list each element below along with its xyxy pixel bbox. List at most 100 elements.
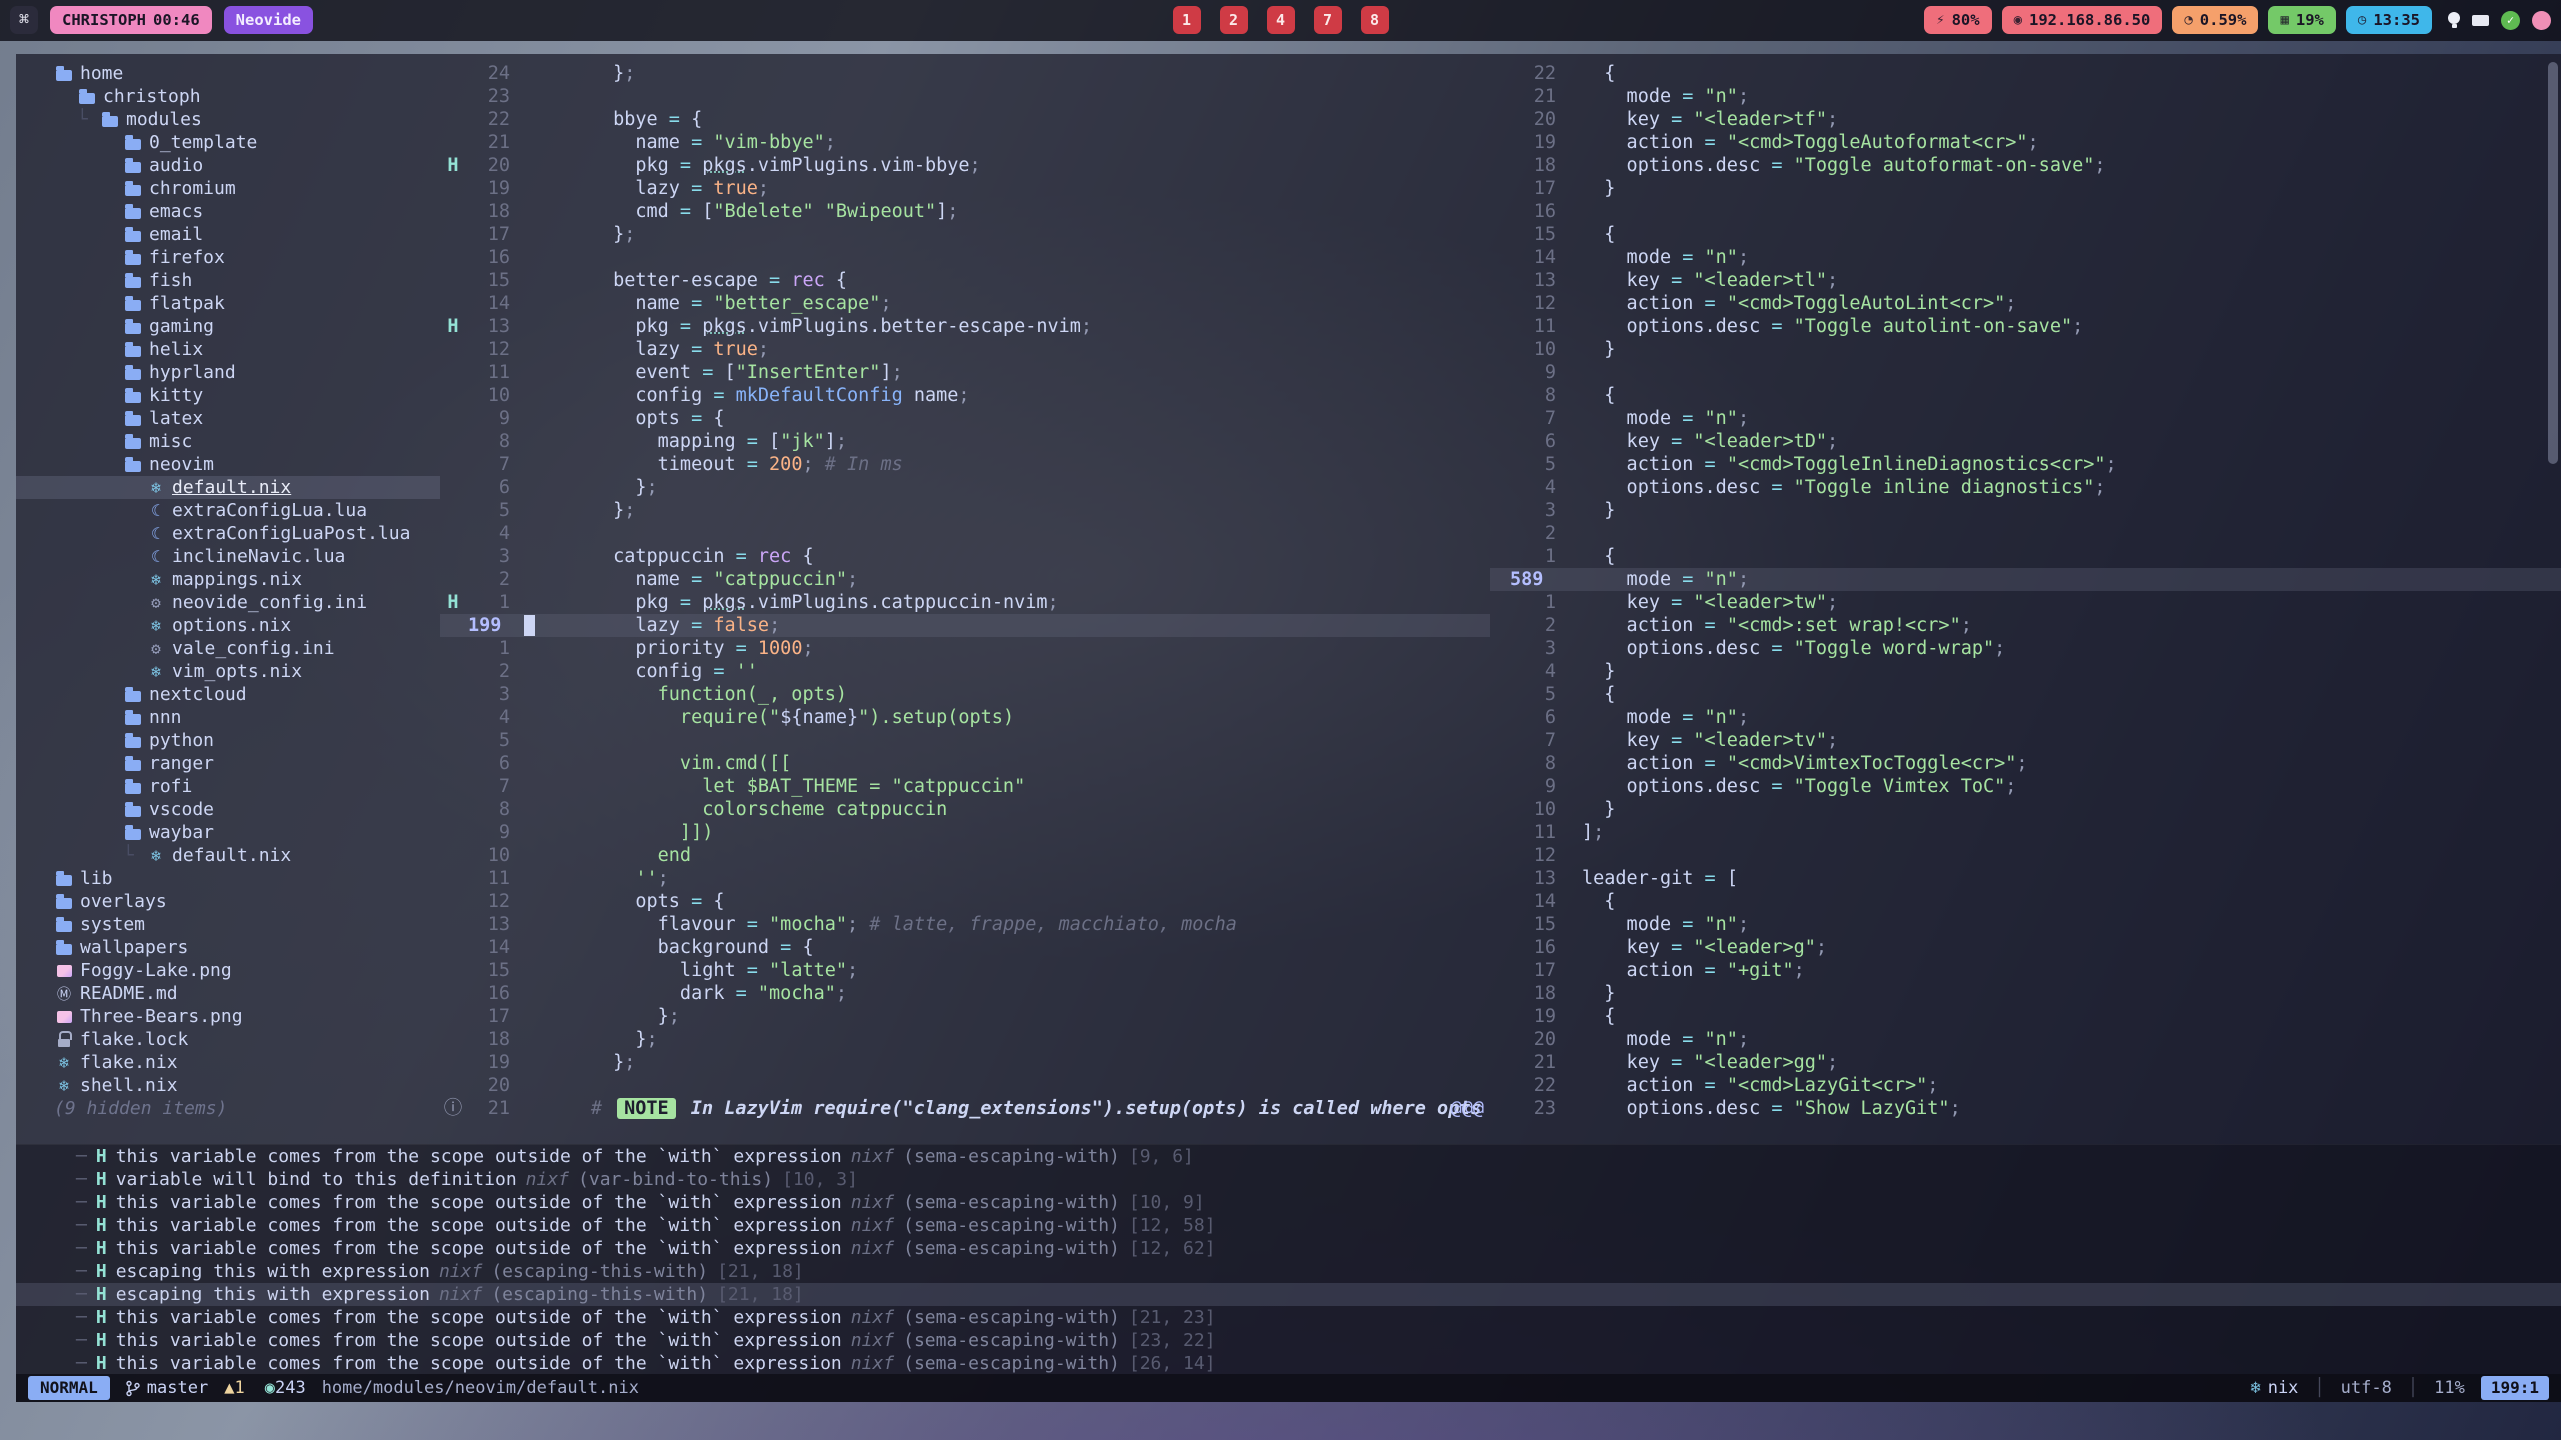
tree-folder-ranger[interactable]: ranger — [16, 752, 440, 775]
tree-folder-lib[interactable]: lib — [16, 867, 440, 890]
keyboard-tray-icon[interactable] — [2472, 15, 2489, 26]
code-line[interactable]: 8 { — [1490, 384, 2561, 407]
tree-folder-email[interactable]: email — [16, 223, 440, 246]
code-line[interactable]: 15 { — [1490, 223, 2561, 246]
code-line[interactable]: 17 action = "+git"; — [1490, 959, 2561, 982]
workspace-7[interactable]: 7 — [1314, 6, 1342, 34]
code-line[interactable]: 21 key = "<leader>gg"; — [1490, 1051, 2561, 1074]
code-line[interactable]: 5 — [440, 729, 1490, 752]
tree-folder-0_template[interactable]: 0_template — [16, 131, 440, 154]
code-line[interactable]: 21 name = "vim-bbye"; — [440, 131, 1490, 154]
memory-pill[interactable]: ▦19% — [2268, 6, 2335, 34]
session-badge[interactable]: CHRISTOPH 00:46 — [50, 6, 212, 34]
tree-folder-vscode[interactable]: vscode — [16, 798, 440, 821]
code-line[interactable]: 3 options.desc = "Toggle word-wrap"; — [1490, 637, 2561, 660]
code-line[interactable]: 4 — [440, 522, 1490, 545]
tree-item[interactable]: ☾extraConfigLua.lua — [16, 499, 440, 522]
code-line[interactable]: 7 timeout = 200; # In ms — [440, 453, 1490, 476]
code-line[interactable]: 589 mode = "n"; — [1490, 568, 2561, 591]
tree-folder-misc[interactable]: misc — [16, 430, 440, 453]
code-line[interactable]: 6 key = "<leader>tD"; — [1490, 430, 2561, 453]
code-line[interactable]: 22 action = "<cmd>LazyGit<cr>"; — [1490, 1074, 2561, 1097]
code-line[interactable]: 18 } — [1490, 982, 2561, 1005]
notification-tray-icon[interactable] — [2532, 11, 2551, 30]
tree-folder-hyprland[interactable]: hyprland — [16, 361, 440, 384]
code-line[interactable]: 5 action = "<cmd>ToggleInlineDiagnostics… — [1490, 453, 2561, 476]
tree-item[interactable]: └❄default.nix — [16, 844, 440, 867]
code-line[interactable]: 15 better-escape = rec { — [440, 269, 1490, 292]
workspace-1[interactable]: 1 — [1173, 6, 1201, 34]
code-line[interactable]: 8 colorscheme catppuccin — [440, 798, 1490, 821]
tree-folder-nextcloud[interactable]: nextcloud — [16, 683, 440, 706]
tree-folder-chromium[interactable]: chromium — [16, 177, 440, 200]
tree-folder-fish[interactable]: fish — [16, 269, 440, 292]
diagnostic-row[interactable]: ─Hthis variable comes from the scope out… — [16, 1237, 2561, 1260]
code-line[interactable]: 11]; — [1490, 821, 2561, 844]
code-line[interactable]: 6 mode = "n"; — [1490, 706, 2561, 729]
tree-folder-kitty[interactable]: kitty — [16, 384, 440, 407]
tree-item[interactable]: Three-Bears.png — [16, 1005, 440, 1028]
code-line[interactable]: 7 mode = "n"; — [1490, 407, 2561, 430]
code-line[interactable]: 1 { — [1490, 545, 2561, 568]
code-line[interactable]: 2 config = '' — [440, 660, 1490, 683]
diagnostic-row[interactable]: ─Hthis variable comes from the scope out… — [16, 1306, 2561, 1329]
code-line[interactable]: 3 } — [1490, 499, 2561, 522]
code-line[interactable]: 9 options.desc = "Toggle Vimtex ToC"; — [1490, 775, 2561, 798]
code-line[interactable]: 2 action = "<cmd>:set wrap!<cr>"; — [1490, 614, 2561, 637]
diagnostic-row[interactable]: ─Hvariable will bind to this definitionn… — [16, 1168, 2561, 1191]
diagnostic-row[interactable]: ─Hthis variable comes from the scope out… — [16, 1329, 2561, 1352]
code-line[interactable]: 19 action = "<cmd>ToggleAutoformat<cr>"; — [1490, 131, 2561, 154]
git-branch[interactable]: master — [126, 1378, 208, 1398]
code-line[interactable]: 10 config = mkDefaultConfig name; — [440, 384, 1490, 407]
tree-item[interactable]: (9 hidden items) — [16, 1097, 440, 1120]
tree-folder-latex[interactable]: latex — [16, 407, 440, 430]
code-line[interactable]: 5 { — [1490, 683, 2561, 706]
code-line[interactable]: 3 catppuccin = rec { — [440, 545, 1490, 568]
code-line[interactable]: 10 } — [1490, 798, 2561, 821]
code-line[interactable]: 22 { — [1490, 62, 2561, 85]
scrollbar-thumb[interactable] — [2548, 62, 2558, 464]
code-line[interactable]: 14 background = { — [440, 936, 1490, 959]
tree-folder-helix[interactable]: helix — [16, 338, 440, 361]
code-line[interactable]: 6 }; — [440, 476, 1490, 499]
code-line[interactable]: 20 — [440, 1074, 1490, 1097]
code-line[interactable]: 7 key = "<leader>tv"; — [1490, 729, 2561, 752]
code-line[interactable]: 23 — [440, 85, 1490, 108]
tree-item[interactable]: ❄mappings.nix — [16, 568, 440, 591]
code-line[interactable]: 4 } — [1490, 660, 2561, 683]
tree-item[interactable]: ❄shell.nix — [16, 1074, 440, 1097]
tree-folder-rofi[interactable]: rofi — [16, 775, 440, 798]
code-line[interactable]: 20 mode = "n"; — [1490, 1028, 2561, 1051]
code-line[interactable]: ⓘ21 # NOTE In LazyVim require("clang_ext… — [440, 1097, 1490, 1120]
diagnostic-row[interactable]: ─Hescaping this with expressionnixf(esca… — [16, 1283, 2561, 1306]
workspace-2[interactable]: 2 — [1220, 6, 1248, 34]
tree-folder-nnn[interactable]: nnn — [16, 706, 440, 729]
code-line[interactable]: 16 — [440, 246, 1490, 269]
tree-folder-modules[interactable]: └modules — [16, 108, 440, 131]
diagnostic-row[interactable]: ─Hthis variable comes from the scope out… — [16, 1145, 2561, 1168]
tree-item[interactable]: ❄default.nix — [16, 476, 440, 499]
code-line[interactable]: 14 name = "better_escape"; — [440, 292, 1490, 315]
tree-item[interactable]: ❄flake.nix — [16, 1051, 440, 1074]
code-line[interactable]: 9 ]]) — [440, 821, 1490, 844]
tree-item[interactable]: ⚙neovide_config.ini — [16, 591, 440, 614]
tree-folder-system[interactable]: system — [16, 913, 440, 936]
code-line[interactable]: 2 name = "catppuccin"; — [440, 568, 1490, 591]
tree-item[interactable]: ⓂREADME.md — [16, 982, 440, 1005]
code-line[interactable]: 24 }; — [440, 62, 1490, 85]
code-line[interactable]: 12 opts = { — [440, 890, 1490, 913]
code-line[interactable]: H13 pkg = pkgs.vimPlugins.better-escape-… — [440, 315, 1490, 338]
diagnostic-row[interactable]: ─Hthis variable comes from the scope out… — [16, 1191, 2561, 1214]
code-line[interactable]: 13 key = "<leader>tl"; — [1490, 269, 2561, 292]
code-line[interactable]: 12 lazy = true; — [440, 338, 1490, 361]
code-line[interactable]: 12 — [1490, 844, 2561, 867]
tree-folder-home[interactable]: home — [16, 62, 440, 85]
code-line[interactable]: 10 } — [1490, 338, 2561, 361]
code-line[interactable]: 11 options.desc = "Toggle autolint-on-sa… — [1490, 315, 2561, 338]
tree-item[interactable]: ❄options.nix — [16, 614, 440, 637]
tree-item[interactable]: ❄vim_opts.nix — [16, 660, 440, 683]
code-line[interactable]: 5 }; — [440, 499, 1490, 522]
code-line[interactable]: 11 ''; — [440, 867, 1490, 890]
code-line[interactable]: 8 mapping = ["jk"]; — [440, 430, 1490, 453]
code-line[interactable]: 9 opts = { — [440, 407, 1490, 430]
